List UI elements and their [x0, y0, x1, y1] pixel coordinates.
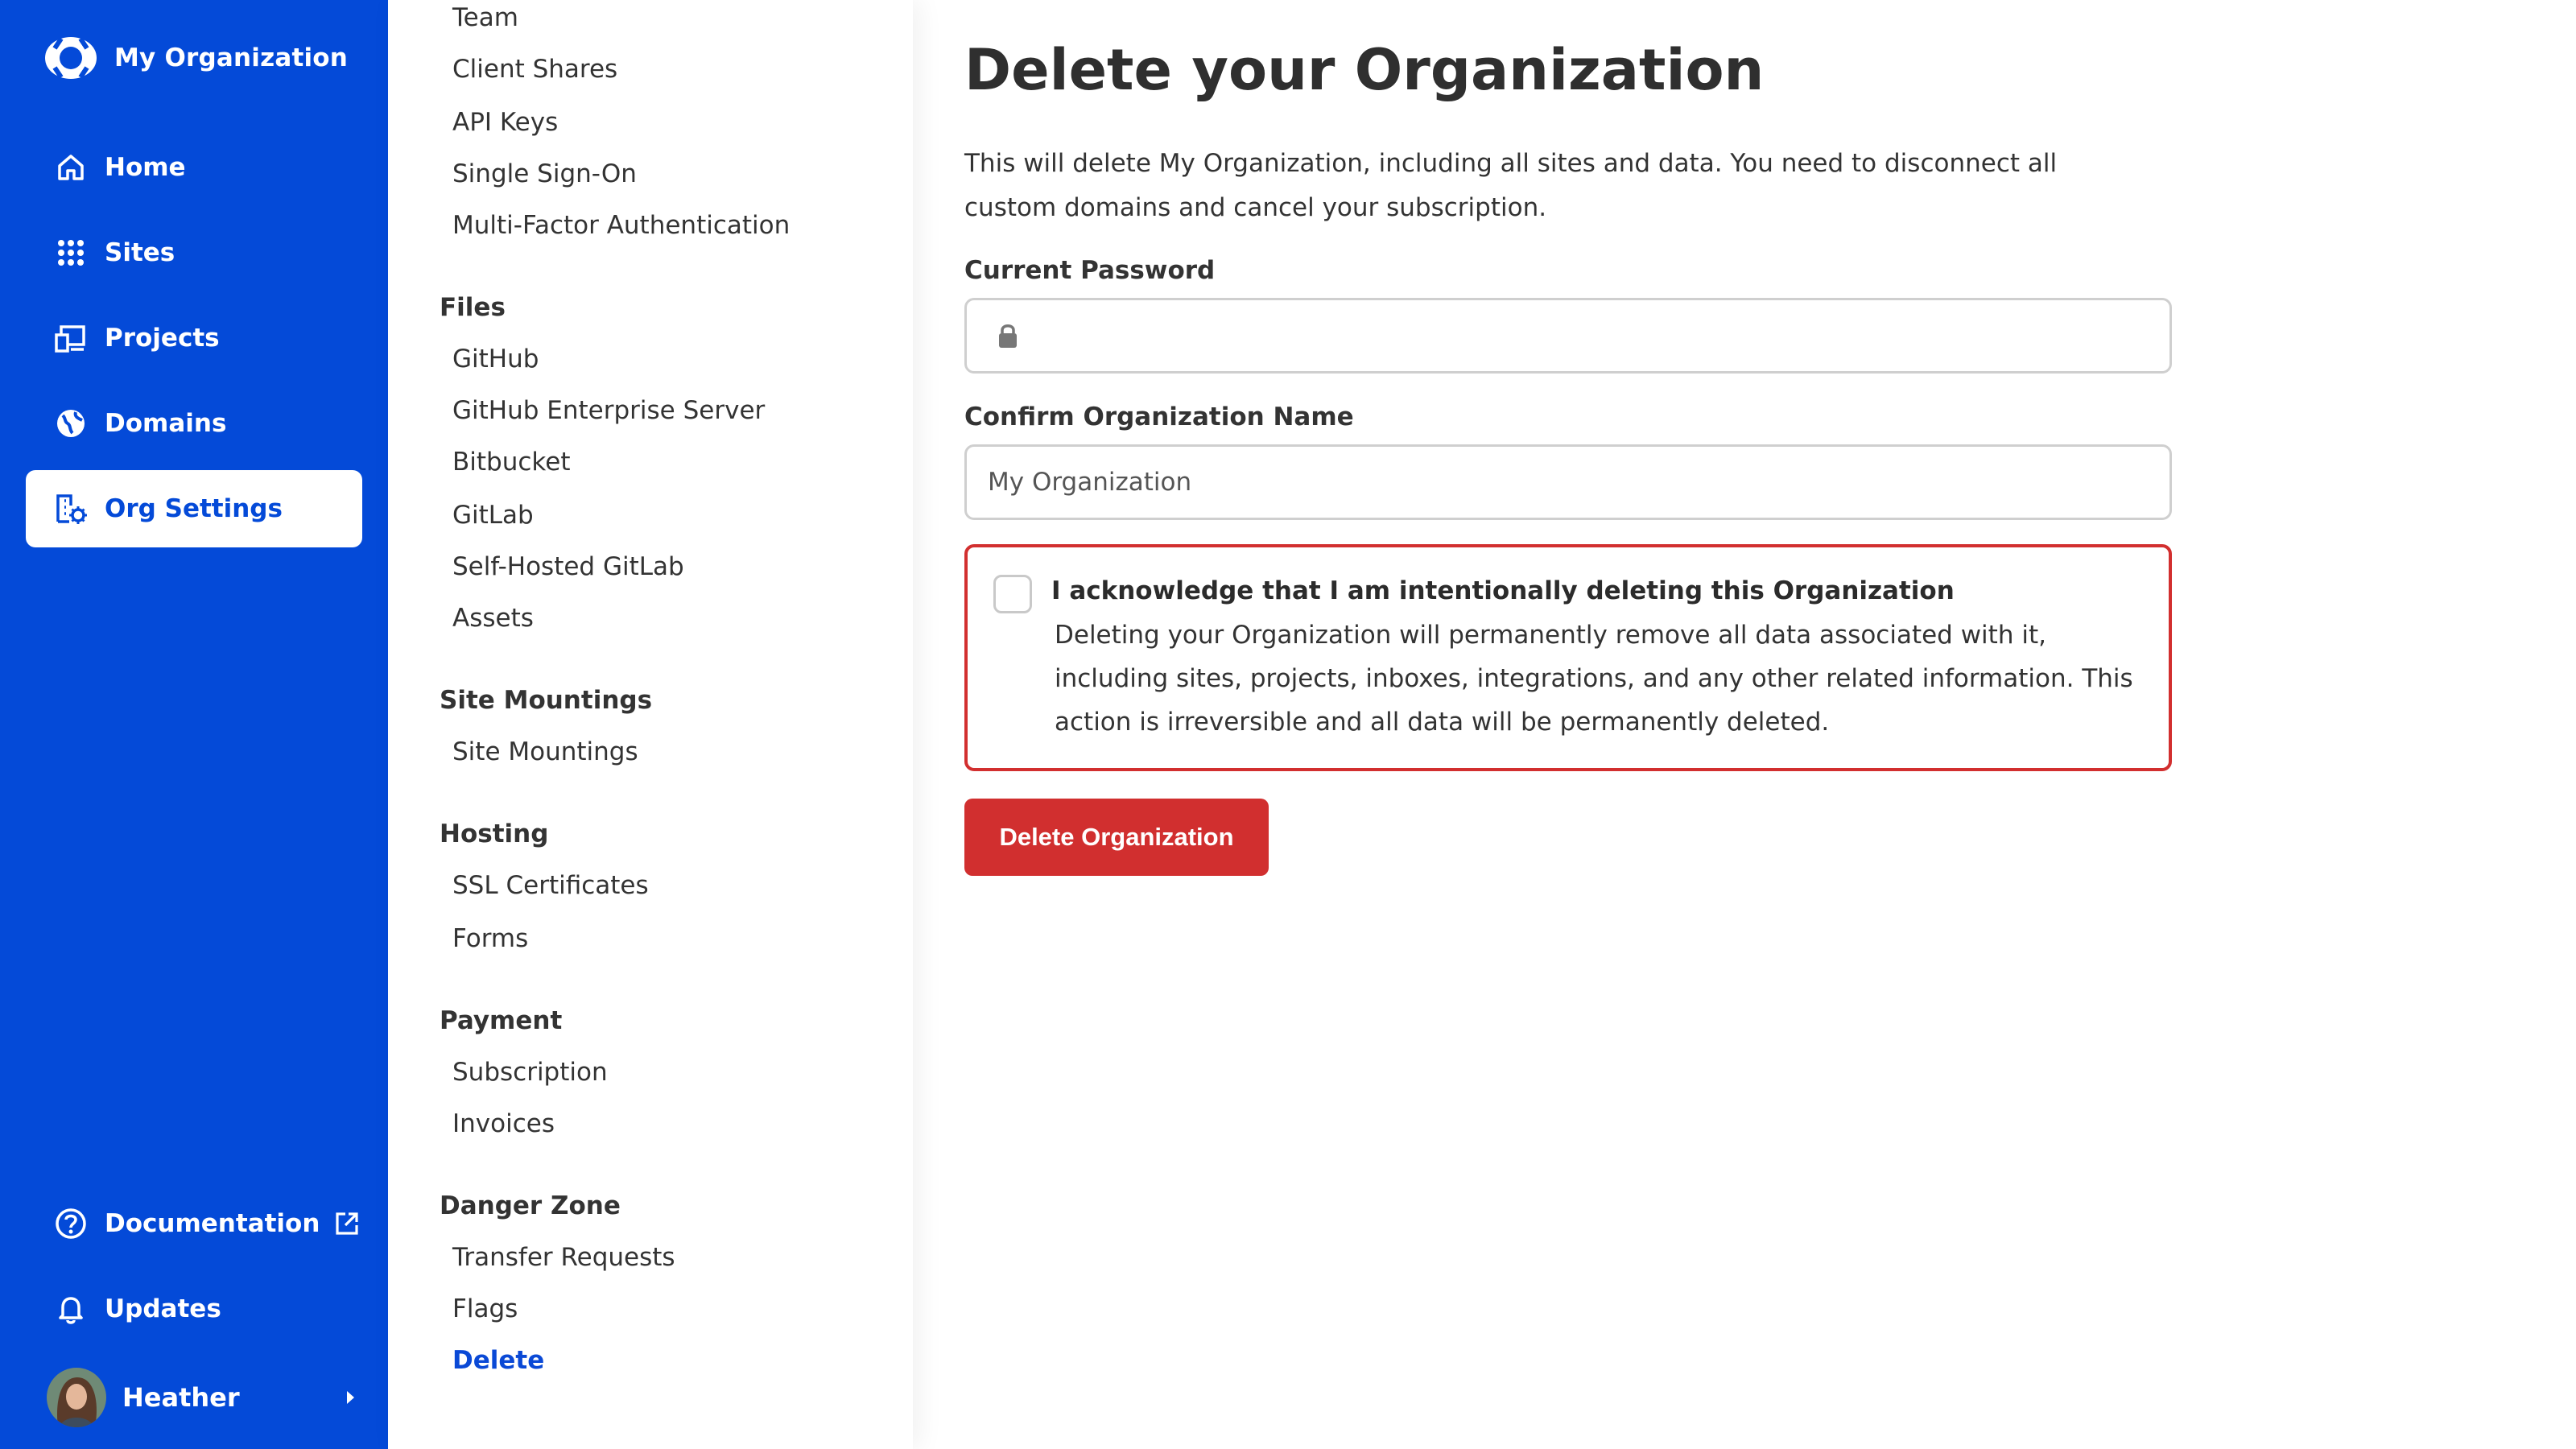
main-sidebar: My Organization Home Sites Projects Doma… — [0, 0, 388, 1449]
confirm-org-name-field[interactable]: My Organization — [964, 444, 2172, 520]
nav-label: Sites — [105, 238, 175, 267]
nav-label: Projects — [105, 324, 220, 353]
submenu-section-payment: Payment — [440, 1006, 563, 1035]
current-password-label: Current Password — [964, 256, 1216, 285]
submenu-item-transfer-requests[interactable]: Transfer Requests — [452, 1243, 675, 1272]
acknowledge-box: I acknowledge that I am intentionally de… — [964, 544, 2172, 771]
nav-label: Home — [105, 153, 186, 182]
acknowledge-description: Deleting your Organization will permanen… — [1055, 621, 2133, 737]
delete-organization-button[interactable]: Delete Organization — [964, 799, 1269, 876]
submenu-item-forms[interactable]: Forms — [452, 924, 528, 953]
submenu-item-site-mountings[interactable]: Site Mountings — [452, 737, 638, 766]
settings-submenu: Team Client Shares API Keys Single Sign-… — [388, 0, 913, 1449]
grid-icon — [58, 240, 84, 266]
globe-icon — [57, 410, 85, 437]
submenu-item-flags[interactable]: Flags — [452, 1294, 518, 1323]
submenu-item-invoices[interactable]: Invoices — [452, 1109, 555, 1138]
avatar — [47, 1368, 106, 1427]
submenu-item-github[interactable]: GitHub — [452, 345, 539, 374]
nav-domains[interactable]: Domains — [26, 385, 362, 462]
nav-label: Documentation — [105, 1209, 320, 1238]
nav-home[interactable]: Home — [26, 129, 362, 206]
nav-org-settings[interactable]: Org Settings — [26, 470, 362, 547]
brand[interactable]: My Organization — [43, 35, 348, 80]
current-password-field[interactable] — [964, 298, 2172, 374]
user-name: Heather — [122, 1382, 240, 1413]
submenu-item-assets[interactable]: Assets — [452, 604, 534, 633]
external-link-icon — [336, 1212, 359, 1235]
submenu-item-single-sign-on[interactable]: Single Sign-On — [452, 159, 637, 188]
submenu-item-mfa[interactable]: Multi-Factor Authentication — [452, 211, 790, 240]
submenu-item-client-shares[interactable]: Client Shares — [452, 55, 617, 84]
submenu-item-delete[interactable]: Delete — [452, 1346, 544, 1375]
home-icon — [58, 155, 84, 180]
nav-sites[interactable]: Sites — [26, 214, 362, 291]
organization-name: My Organization — [114, 43, 349, 72]
lock-icon — [999, 324, 1017, 348]
confirm-org-name-label: Confirm Organization Name — [964, 402, 1354, 431]
submenu-item-github-enterprise[interactable]: GitHub Enterprise Server — [452, 396, 765, 425]
confirm-org-name-placeholder: My Organization — [988, 468, 1192, 497]
submenu-item-api-keys[interactable]: API Keys — [452, 108, 558, 137]
page-description: This will delete My Organization, includ… — [964, 149, 2058, 222]
submenu-item-gitlab[interactable]: GitLab — [452, 501, 534, 530]
submenu-item-team[interactable]: Team — [452, 3, 518, 32]
submenu-section-hosting: Hosting — [440, 819, 549, 848]
user-menu[interactable]: Heather — [47, 1367, 357, 1428]
submenu-section-site-mountings: Site Mountings — [440, 686, 653, 715]
nav-label: Domains — [105, 409, 227, 438]
org-settings-icon — [56, 494, 87, 524]
nav-label: Updates — [105, 1294, 221, 1323]
submenu-item-subscription[interactable]: Subscription — [452, 1058, 608, 1087]
submenu-section-danger-zone: Danger Zone — [440, 1191, 621, 1220]
main-content: Delete your Organization This will delet… — [913, 0, 2576, 1449]
submenu-item-bitbucket[interactable]: Bitbucket — [452, 448, 570, 477]
org-logo-icon — [45, 37, 97, 79]
page-title: Delete your Organization — [964, 37, 1765, 103]
submenu-item-ssl-certificates[interactable]: SSL Certificates — [452, 871, 649, 900]
acknowledge-checkbox[interactable] — [993, 575, 1032, 613]
nav-documentation[interactable]: Documentation — [26, 1185, 362, 1262]
submenu-item-self-hosted-gitlab[interactable]: Self-Hosted GitLab — [452, 552, 684, 581]
nav-projects[interactable]: Projects — [26, 299, 362, 377]
acknowledge-title[interactable]: I acknowledge that I am intentionally de… — [1051, 576, 1955, 605]
nav-updates[interactable]: Updates — [26, 1270, 362, 1348]
submenu-section-files: Files — [440, 293, 506, 322]
bell-icon — [59, 1297, 83, 1324]
help-icon — [56, 1208, 86, 1239]
nav-label: Org Settings — [105, 494, 283, 523]
chevron-right-icon — [347, 1391, 354, 1404]
devices-icon — [55, 325, 85, 353]
